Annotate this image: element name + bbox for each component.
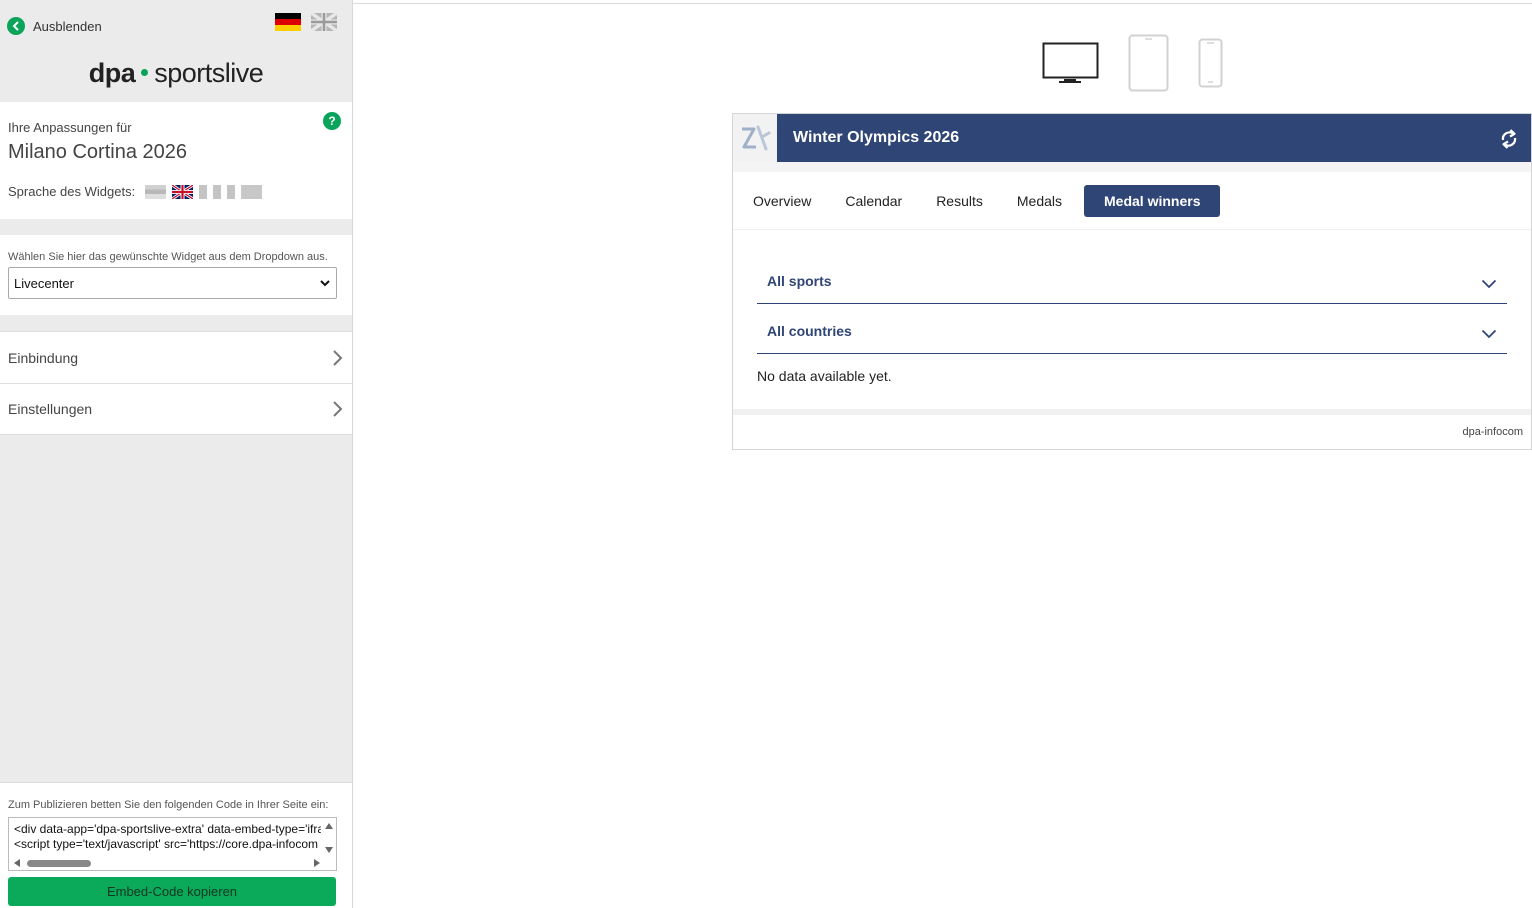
widget-select-panel: Wählen Sie hier das gewünschte Widget au… xyxy=(0,235,352,315)
sports-filter-label: All sports xyxy=(767,273,832,289)
tab-medals[interactable]: Medals xyxy=(1005,185,1074,217)
widget-footer-credit: dpa-infocom xyxy=(1462,426,1523,438)
uk-flag-icon[interactable] xyxy=(311,13,337,31)
desktop-icon[interactable] xyxy=(1042,34,1100,84)
scroll-right-icon[interactable] xyxy=(313,858,321,868)
sidebar-header: Ausblenden dpa sportslive xyxy=(0,0,352,102)
chevron-down-icon xyxy=(1481,329,1497,339)
widget-title: Winter Olympics 2026 xyxy=(793,129,960,146)
top-divider xyxy=(353,3,1532,4)
widget-body: All sports All countries No data availab… xyxy=(733,230,1531,384)
dpa-sportslive-logo: dpa sportslive xyxy=(0,58,352,89)
chevron-right-icon xyxy=(333,401,343,417)
widget-select-dropdown[interactable]: Livecenter xyxy=(8,267,337,299)
swiss-language-flag-icon[interactable] xyxy=(241,184,263,199)
menu-item-label: Einstellungen xyxy=(8,401,93,417)
event-name: Milano Cortina 2026 xyxy=(8,141,187,163)
french-language-flag-icon[interactable] xyxy=(199,184,208,199)
sidebar-menu: Einbindung Einstellungen xyxy=(0,331,352,435)
tab-calendar[interactable]: Calendar xyxy=(833,185,914,217)
german-flag-icon[interactable] xyxy=(275,13,301,31)
widget-language-row: Sprache des Widgets: xyxy=(8,184,344,199)
widget-select-hint: Wählen Sie hier das gewünschte Widget au… xyxy=(8,251,328,263)
countries-filter-label: All countries xyxy=(767,323,852,339)
logo-dot-icon xyxy=(141,69,149,77)
logo-sportslive-text: sportslive xyxy=(154,58,264,88)
empty-state-message: No data available yet. xyxy=(757,368,892,384)
olympics-logo-icon xyxy=(733,114,777,162)
sports-filter-dropdown[interactable]: All sports xyxy=(757,254,1507,304)
copy-embed-code-button[interactable]: Embed-Code kopieren xyxy=(8,877,336,906)
widget-footer: dpa-infocom xyxy=(733,409,1531,449)
embed-code-line: <div data-app='dpa-sportslive-extra' dat… xyxy=(14,822,321,836)
widget-tabs: Overview Calendar Results Medals Medal w… xyxy=(733,172,1531,230)
customization-label: Ihre Anpassungen für xyxy=(8,120,132,135)
german-language-flag-icon[interactable] xyxy=(145,184,167,199)
english-language-flag-icon[interactable] xyxy=(172,184,194,199)
widget-header: Winter Olympics 2026 xyxy=(733,114,1531,162)
horizontal-scroll-thumb[interactable] xyxy=(27,860,91,867)
menu-item-label: Einbindung xyxy=(8,349,79,366)
vertical-scrollbar[interactable] xyxy=(324,821,334,855)
hide-sidebar-label: Ausblenden xyxy=(33,18,102,34)
ui-language-switcher xyxy=(275,13,337,31)
chevron-down-icon xyxy=(1481,279,1497,289)
horizontal-scrollbar[interactable] xyxy=(13,858,321,868)
countries-filter-dropdown[interactable]: All countries xyxy=(757,304,1507,354)
tab-medal-winners[interactable]: Medal winners xyxy=(1084,184,1221,217)
hide-sidebar-button[interactable]: Ausblenden xyxy=(7,17,102,35)
widget-language-flags xyxy=(145,184,263,199)
logo-dpa-text: dpa xyxy=(88,58,136,88)
menu-item-einbindung[interactable]: Einbindung xyxy=(0,331,352,383)
tab-results[interactable]: Results xyxy=(924,185,995,217)
device-preview-switcher xyxy=(1042,34,1224,92)
embed-code-textarea[interactable]: <div data-app='dpa-sportslive-extra' dat… xyxy=(8,817,337,871)
help-icon[interactable]: ? xyxy=(323,112,341,130)
embed-code-line: <script type='text/javascript' src='http… xyxy=(14,837,319,851)
menu-item-einstellungen[interactable]: Einstellungen xyxy=(0,383,352,435)
tablet-icon[interactable] xyxy=(1128,34,1170,92)
chevron-down-icon xyxy=(320,280,330,287)
italian-language-flag-icon[interactable] xyxy=(213,184,222,199)
widget-preview: Winter Olympics 2026 Overview Calendar R… xyxy=(732,113,1532,450)
smartphone-icon[interactable] xyxy=(1198,38,1224,90)
widget-language-label: Sprache des Widgets: xyxy=(8,184,136,199)
tab-overview[interactable]: Overview xyxy=(741,185,823,217)
customization-panel: ? Ihre Anpassungen für Milano Cortina 20… xyxy=(0,102,352,219)
publish-hint: Zum Publizieren betten Sie den folgenden… xyxy=(8,799,329,811)
scroll-left-icon[interactable] xyxy=(13,858,21,868)
belgian-language-flag-icon[interactable] xyxy=(227,184,236,199)
chevron-right-icon xyxy=(333,349,343,366)
chevron-left-icon xyxy=(7,17,25,35)
refresh-icon[interactable] xyxy=(1499,128,1519,150)
widget-select-value: Livecenter xyxy=(14,275,74,291)
publish-panel: Zum Publizieren betten Sie den folgenden… xyxy=(0,782,352,908)
config-sidebar: Ausblenden dpa sportslive ? Ihre Anpassun… xyxy=(0,0,353,908)
